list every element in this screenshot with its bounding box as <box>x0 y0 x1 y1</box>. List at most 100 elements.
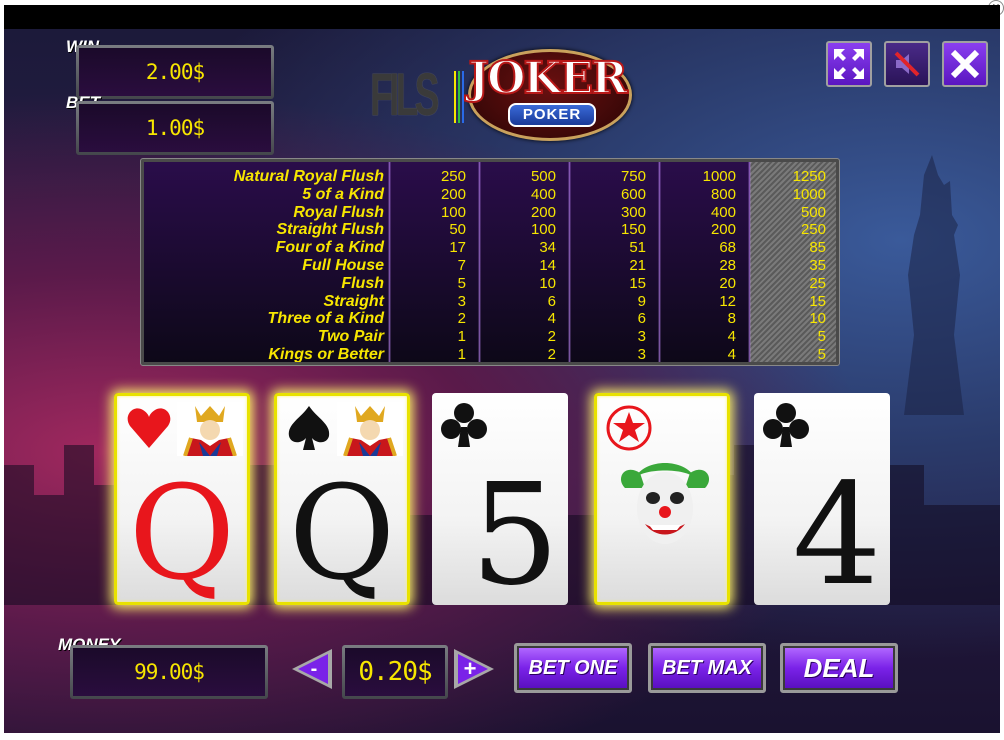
paytable-payout: 6 <box>547 292 556 310</box>
paytable-payout: 4 <box>727 328 736 346</box>
paytable-row: Natural Royal Flush 250 500 750 1000 1250 <box>144 168 836 186</box>
bet-max-button[interactable]: BET MAX <box>648 643 766 693</box>
paytable-hand-name: Two Pair <box>317 328 384 346</box>
sound-muted-icon <box>894 51 920 77</box>
star-suit-icon <box>606 405 652 451</box>
card-rank: 4 <box>792 454 882 617</box>
paytable-payout: 5 <box>817 328 826 346</box>
paytable-row: Four of a Kind 17 34 51 68 85 <box>144 239 836 257</box>
card-rank: 5 <box>470 454 560 617</box>
logo-subtitle: POKER <box>508 103 596 127</box>
card-2[interactable]: Q <box>274 393 410 605</box>
fullscreen-icon <box>834 49 864 79</box>
club-suit-icon <box>441 403 487 447</box>
paytable-payout: 6 <box>637 310 646 328</box>
paytable-payout: 250 <box>440 168 466 185</box>
paytable-payout: 12 <box>719 292 736 310</box>
paytable-payout: 400 <box>530 185 556 203</box>
paytable-hand-name: Flush <box>341 274 384 292</box>
card-3[interactable]: 5 <box>432 393 568 617</box>
bet-display: 1.00$ <box>76 101 274 155</box>
paytable-row: Royal Flush 100 200 300 400 500 <box>144 204 836 222</box>
paytable-hand-name: Three of a Kind <box>267 310 384 328</box>
paytable-payout: 500 <box>800 203 826 221</box>
paytable-hand-name: Straight Flush <box>276 221 384 239</box>
joker-poker-logo: FILS JOKER POKER <box>366 47 632 141</box>
paytable-payout: 1000 <box>702 168 736 185</box>
statue-of-liberty-silhouette <box>904 155 964 415</box>
paytable-payout: 10 <box>539 274 556 292</box>
paytable-payout: 1000 <box>792 185 826 203</box>
paytable-payout: 100 <box>440 203 466 221</box>
paytable-payout: 68 <box>719 239 736 257</box>
paytable-payout: 20 <box>719 274 736 292</box>
card-5[interactable]: 4 <box>754 393 890 617</box>
card-1[interactable]: Q <box>114 393 250 605</box>
paytable-row: Straight Flush 50 100 150 200 250 <box>144 221 836 239</box>
paytable-payout: 85 <box>809 239 826 257</box>
paytable-payout: 150 <box>620 221 646 239</box>
paytable-payout: 50 <box>449 221 466 239</box>
paytable-hand-name: 5 of a Kind <box>302 185 384 203</box>
decrease-coin-button[interactable]: - <box>288 645 336 693</box>
paytable-payout: 1 <box>457 346 466 362</box>
paytable-hand-name: Natural Royal Flush <box>233 168 384 185</box>
paytable-payout: 3 <box>637 328 646 346</box>
close-icon <box>950 49 980 79</box>
coin-value: 0.20$ <box>345 648 445 696</box>
paytable-payout: 500 <box>530 168 556 185</box>
paytable-payout: 100 <box>530 221 556 239</box>
increase-coin-button[interactable]: + <box>450 645 498 693</box>
money-value: 99.00$ <box>73 648 265 696</box>
decrease-label: - <box>311 658 318 680</box>
card-4[interactable] <box>594 393 730 605</box>
fullscreen-button[interactable] <box>826 41 872 87</box>
paytable-payout: 28 <box>719 257 736 274</box>
paytable-payout: 5 <box>817 346 826 362</box>
paytable-payout: 5 <box>457 274 466 292</box>
paytable-hand-name: Four of a Kind <box>275 239 384 257</box>
paytable-row: Kings or Better 1 2 3 4 5 <box>144 346 836 362</box>
paytable-payout: 2 <box>547 328 556 346</box>
paytable-payout: 14 <box>539 257 556 274</box>
paytable-payout: 200 <box>440 185 466 203</box>
paytable-payout: 4 <box>727 346 736 362</box>
paytable-payout: 10 <box>809 310 826 328</box>
bet-one-button[interactable]: BET ONE <box>514 643 632 693</box>
paytable-payout: 9 <box>637 292 646 310</box>
paytable-hand-name: Straight <box>323 292 384 310</box>
paytable-payout: 51 <box>629 239 646 257</box>
paytable-payout: 15 <box>809 292 826 310</box>
paytable-payout: 35 <box>809 257 826 274</box>
fils-brand: FILS <box>370 61 439 128</box>
paytable-payout: 2 <box>457 310 466 328</box>
deal-label: DEAL <box>785 648 893 688</box>
bet-value: 1.00$ <box>79 104 271 152</box>
bet-max-label: BET MAX <box>653 648 761 688</box>
sound-toggle-button[interactable] <box>884 41 930 87</box>
heart-suit-icon <box>127 408 171 448</box>
club-suit-icon <box>763 403 809 447</box>
paytable-payout: 8 <box>727 310 736 328</box>
paytable-hand-name: Full House <box>302 257 384 274</box>
paytable-row: Full House 7 14 21 28 35 <box>144 257 836 275</box>
paytable-payout: 200 <box>710 221 736 239</box>
paytable-payout: 1250 <box>792 168 826 185</box>
paytable: Natural Royal Flush 250 500 750 1000 1250 5 of… <box>140 158 840 366</box>
paytable-payout: 21 <box>629 257 646 274</box>
exit-button[interactable] <box>942 41 988 87</box>
deal-button[interactable]: DEAL <box>780 643 898 693</box>
paytable-payout: 25 <box>809 274 826 292</box>
paytable-row: Three of a Kind 2 4 6 8 10 <box>144 310 836 328</box>
paytable-row: Straight 3 6 9 12 15 <box>144 293 836 311</box>
coin-display: 0.20$ <box>342 645 448 699</box>
paytable-payout: 400 <box>710 203 736 221</box>
paytable-payout: 300 <box>620 203 646 221</box>
increase-label: + <box>464 656 477 681</box>
queen-face-icon <box>177 402 243 456</box>
paytable-payout: 600 <box>620 185 646 203</box>
paytable-payout: 34 <box>539 239 556 257</box>
paytable-payout: 3 <box>457 292 466 310</box>
game-stage: WIN 2.00$ BET 1.00$ FILS JOKER POKER <box>4 5 1000 733</box>
logo-title: JOKER <box>467 53 629 104</box>
